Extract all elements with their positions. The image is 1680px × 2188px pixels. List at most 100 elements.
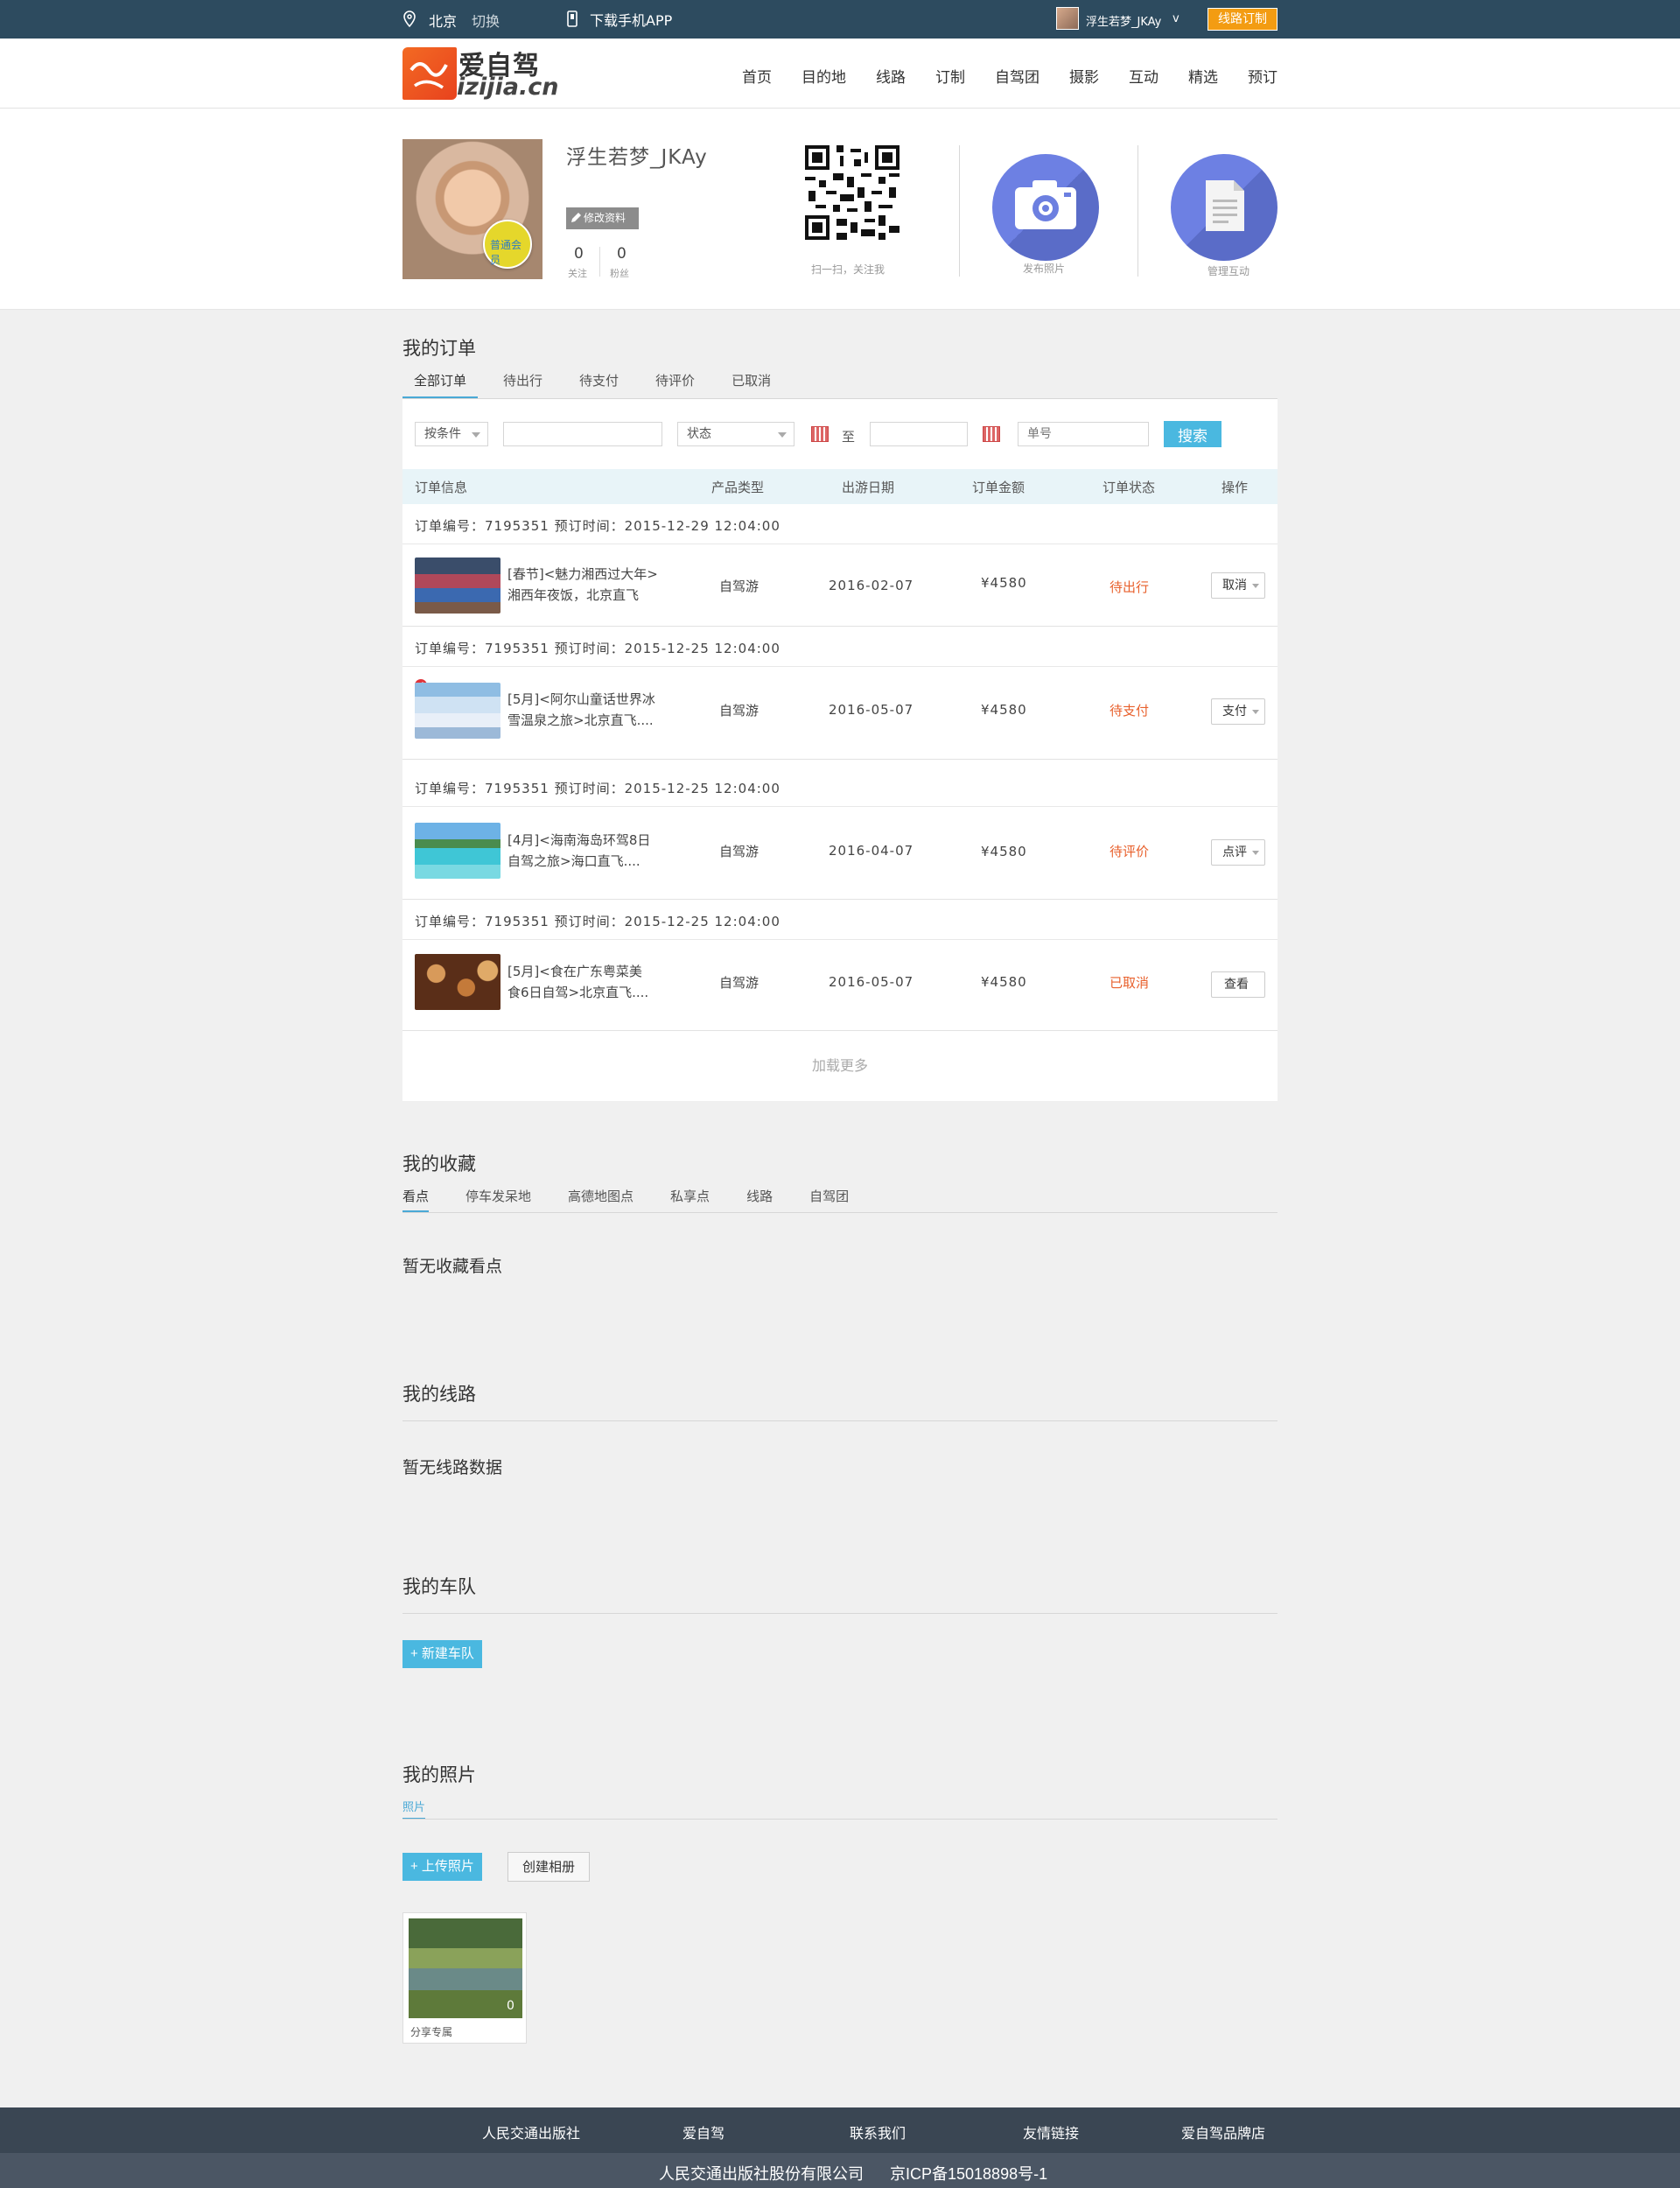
nav-home[interactable]: 首页	[742, 65, 772, 87]
fans-count[interactable]: 0	[617, 245, 626, 263]
table-row[interactable]: ✔ [春节]<魅力湘西过大年>湘西年夜饭，北京直飞 自驾游 2016-02-07…	[402, 544, 1278, 627]
user-avatar[interactable]: 普通会员	[402, 139, 542, 279]
order-status: 待出行	[1110, 579, 1150, 595]
load-more-button[interactable]: 加载更多	[402, 1031, 1278, 1101]
tab-fav-groups[interactable]: 自驾团	[809, 1187, 849, 1212]
condition-select-value: 按条件	[424, 427, 461, 441]
table-row[interactable]: ✔ [5月]<阿尔山童话世界冰雪温泉之旅>北京直飞.... 自驾游 2016-0…	[402, 667, 1278, 760]
photos-title: 我的照片	[402, 1764, 476, 1785]
order-thumbnail[interactable]	[415, 954, 500, 1010]
order-thumbnail[interactable]	[415, 683, 500, 739]
nav-photo[interactable]: 摄影	[1069, 65, 1099, 87]
col-order-info: 订单信息	[415, 480, 468, 495]
tab-highlights[interactable]: 看点	[402, 1187, 430, 1212]
table-row[interactable]: [4月]<海南海岛环驾8日 自驾之旅>海口直飞.... 自驾游 2016-04-0…	[402, 807, 1278, 900]
main-header: 爱自驾 izijia.cn 首页 目的地 线路 订制 自驾团 摄影 互动 精选 …	[0, 39, 1680, 109]
footer-link-store[interactable]: 爱自驾品牌店	[1181, 2121, 1265, 2142]
album-name[interactable]: 分享专属	[410, 2024, 452, 2039]
order-status: 待支付	[1110, 703, 1150, 719]
search-button[interactable]: 搜索	[1164, 421, 1222, 447]
pay-order-button[interactable]: 支付	[1211, 698, 1265, 725]
tab-fav-routes[interactable]: 线路	[746, 1187, 773, 1212]
order-thumbnail[interactable]	[415, 823, 500, 879]
table-row[interactable]: [5月]<食在广东粤菜美 食6日自驾>北京直飞.... 自驾游 2016-05-0…	[402, 940, 1278, 1031]
order-header: 订单编号：7195351 预订时间：2015-12-29 12:04:00	[402, 504, 1278, 544]
footer-link-friends[interactable]: 友情链接	[1023, 2121, 1079, 2142]
user-name-link[interactable]: 浮生若梦_JKAy	[1086, 12, 1161, 29]
order-product-name[interactable]: [4月]<海南海岛环驾8日 自驾之旅>海口直飞....	[508, 830, 674, 872]
photos-section: 我的照片 照片 + 上传照片 创建相册 0 分享专属	[402, 1761, 1278, 2044]
tab-to-review[interactable]: 待评价	[644, 371, 706, 398]
review-order-button[interactable]: 点评	[1211, 839, 1265, 866]
product-name-line1: [5月]<食在广东粤菜美	[508, 964, 642, 979]
favorites-section: 我的收藏 看点 停车发呆地 高德地图点 私享点 线路 自驾团 暂无收藏看点	[402, 1150, 1278, 1277]
orders-title: 我的订单	[402, 338, 476, 359]
order-product-name[interactable]: [5月]<食在广东粤菜美 食6日自驾>北京直飞....	[508, 961, 674, 1003]
album-card[interactable]: 0 分享专属	[402, 1912, 527, 2044]
order-product-name[interactable]: [5月]<阿尔山童话世界冰 雪温泉之旅>北京直飞....	[508, 689, 674, 731]
date-end-input[interactable]	[870, 422, 968, 446]
download-app-link[interactable]: 下载手机APP	[590, 9, 672, 30]
divider	[402, 1420, 1278, 1421]
nav-featured[interactable]: 精选	[1188, 65, 1218, 87]
footer-icp[interactable]: 京ICP备15018898号-1	[890, 2162, 1047, 2184]
condition-input[interactable]	[503, 422, 662, 446]
product-name-line2: 自驾之旅>海口直飞....	[508, 853, 640, 869]
cancel-order-button[interactable]: 取消	[1211, 572, 1265, 599]
product-name-line1: [5月]<阿尔山童话世界冰	[508, 691, 655, 707]
order-table-header: 订单信息 产品类型 出游日期 订单金额 订单状态 操作	[402, 469, 1278, 504]
follow-count[interactable]: 0	[574, 245, 584, 263]
tab-to-pay[interactable]: 待支付	[568, 371, 630, 398]
tab-all-orders[interactable]: 全部订单	[402, 371, 479, 398]
order-meta: 订单编号：7195351 预订时间：2015-12-25 12:04:00	[415, 914, 780, 929]
camera-icon	[1015, 180, 1076, 229]
footer-link-contact[interactable]: 联系我们	[850, 2121, 906, 2142]
tab-photos[interactable]: 照片	[402, 1798, 426, 1819]
condition-select[interactable]: 按条件	[415, 422, 488, 446]
nav-custom[interactable]: 订制	[935, 65, 965, 87]
nav-interact[interactable]: 互动	[1129, 65, 1158, 87]
create-album-button[interactable]: 创建相册	[508, 1852, 591, 1882]
manage-interaction-button[interactable]	[1171, 154, 1278, 261]
order-status: 已取消	[1110, 975, 1150, 991]
calendar-icon[interactable]	[811, 426, 829, 442]
tab-to-travel[interactable]: 待出行	[492, 371, 554, 398]
tab-private-spots[interactable]: 私享点	[670, 1187, 710, 1212]
album-cover[interactable]	[409, 1918, 522, 2018]
tab-cancelled[interactable]: 已取消	[720, 371, 782, 398]
chevron-down-icon[interactable]: v	[1172, 12, 1180, 25]
product-type: 自驾游	[719, 579, 760, 594]
user-avatar-small[interactable]	[1056, 7, 1079, 30]
document-icon	[1206, 180, 1244, 231]
calendar-icon[interactable]	[983, 426, 1000, 442]
tab-amap-points[interactable]: 高德地图点	[568, 1187, 634, 1212]
nav-routes[interactable]: 线路	[876, 65, 906, 87]
product-name-line1: [4月]<海南海岛环驾8日	[508, 832, 651, 848]
custom-route-button[interactable]: 线路订制	[1208, 8, 1278, 31]
col-actions: 操作	[1222, 480, 1249, 495]
product-name-line2: 食6日自驾>北京直飞....	[508, 985, 649, 1000]
publish-photo-button[interactable]	[992, 154, 1099, 261]
order-product-name[interactable]: [春节]<魅力湘西过大年> 湘西年夜饭，北京直飞	[508, 564, 674, 606]
tab-parking-spots[interactable]: 停车发呆地	[466, 1187, 531, 1212]
photos-tabs: 照片	[402, 1798, 1278, 1820]
site-logo[interactable]: 爱自驾 izijia.cn	[402, 44, 558, 101]
view-order-button[interactable]: 查看	[1211, 971, 1265, 998]
footer-link-izijia[interactable]: 爱自驾	[682, 2121, 724, 2142]
order-header: 订单编号：7195351 预订时间：2015-12-25 12:04:00	[402, 627, 1278, 667]
travel-date: 2016-02-07	[829, 578, 914, 593]
upload-photo-button[interactable]: + 上传照片	[402, 1853, 482, 1881]
edit-profile-button[interactable]: 修改资料	[566, 207, 639, 229]
footer-link-publisher[interactable]: 人民交通出版社	[482, 2121, 580, 2142]
nav-destination[interactable]: 目的地	[802, 65, 846, 87]
product-type: 自驾游	[719, 975, 760, 991]
nav-group[interactable]: 自驾团	[995, 65, 1040, 87]
new-team-button[interactable]: + 新建车队	[402, 1640, 482, 1668]
switch-city-link[interactable]: 切换	[472, 10, 500, 31]
nav-booking[interactable]: 预订	[1248, 65, 1278, 87]
status-select[interactable]: 状态	[677, 422, 794, 446]
orders-section: 我的订单 全部订单 待出行 待支付 待评价 已取消 按条件 状态 至 搜索 订单…	[402, 334, 1278, 1101]
publish-photo-label: 发布照片	[1023, 263, 1066, 275]
order-thumbnail[interactable]	[415, 558, 500, 614]
order-number-input[interactable]	[1018, 422, 1149, 446]
